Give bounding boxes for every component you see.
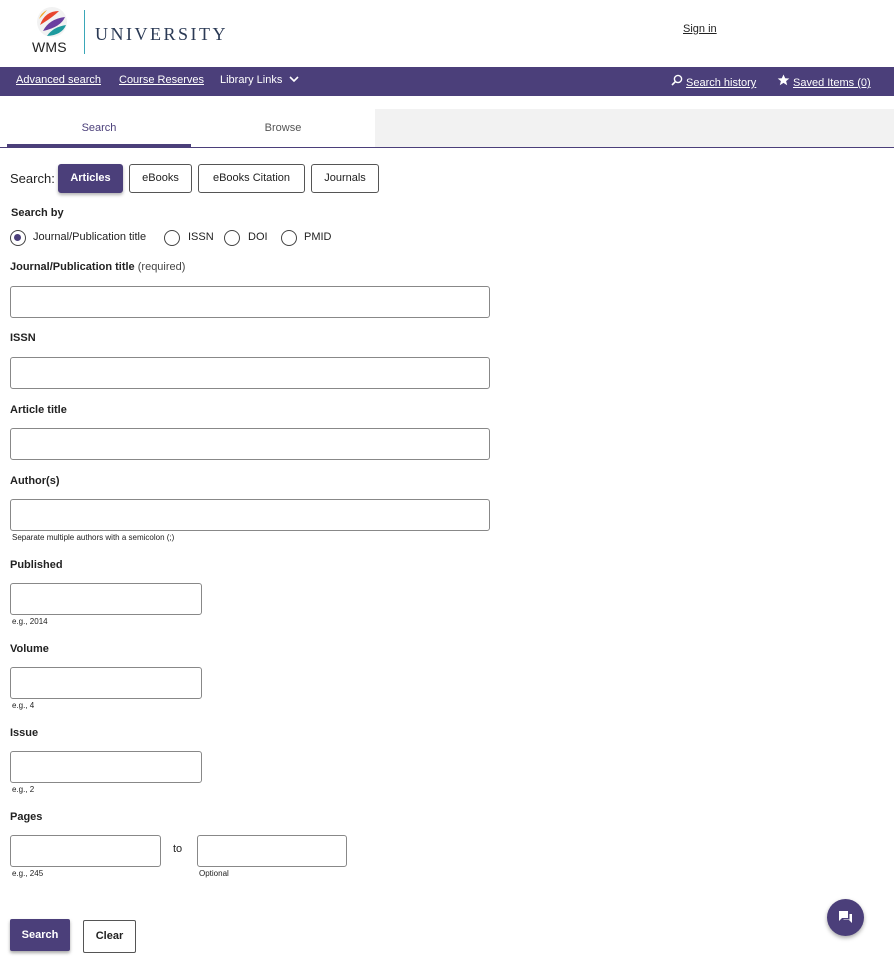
articles-button[interactable]: Articles: [58, 164, 123, 193]
published-hint: e.g., 2014: [12, 617, 48, 626]
search-history-label: Search history: [686, 77, 757, 89]
clear-button[interactable]: Clear: [83, 920, 136, 953]
radio-issn-label[interactable]: ISSN: [188, 231, 214, 243]
saved-items-link[interactable]: Saved Items (0): [777, 74, 871, 89]
issue-input[interactable]: [10, 751, 202, 783]
logo-text: WMS: [32, 39, 67, 55]
ebooks-button[interactable]: eBooks: [129, 164, 192, 193]
required-note: (required): [137, 261, 186, 273]
journal-title-label: Journal/Publication title (required): [10, 261, 185, 273]
volume-input[interactable]: [10, 667, 202, 699]
chat-icon: [839, 911, 852, 923]
radio-pmid[interactable]: [281, 230, 297, 246]
issue-hint: e.g., 2: [12, 785, 35, 794]
pages-end-input[interactable]: [197, 835, 347, 867]
course-reserves-link[interactable]: Course Reserves: [119, 74, 204, 86]
journal-title-label-text: Journal/Publication title: [10, 261, 135, 273]
radio-doi[interactable]: [224, 230, 240, 246]
pages-to-label: to: [173, 843, 183, 855]
authors-hint: Separate multiple authors with a semicol…: [12, 533, 175, 542]
article-title-label: Article title: [10, 404, 67, 416]
chat-button[interactable]: [827, 899, 864, 936]
search-history-link[interactable]: Search history: [671, 74, 756, 89]
university-name: UNIVERSITY: [95, 24, 228, 44]
library-links-label: Library Links: [220, 74, 283, 86]
chevron-down-icon: [289, 76, 299, 83]
university-logo[interactable]: WMS: [32, 5, 74, 55]
tab-search[interactable]: Search: [7, 109, 191, 147]
authors-label: Author(s): [10, 475, 60, 487]
radio-pmid-label[interactable]: PMID: [304, 231, 332, 243]
saved-items-label: Saved Items (0): [793, 77, 871, 89]
volume-hint: e.g., 4: [12, 701, 35, 710]
header: WMS UNIVERSITY Sign in: [0, 0, 894, 67]
pages-start-input[interactable]: [10, 835, 161, 867]
volume-label: Volume: [10, 643, 49, 655]
published-input[interactable]: [10, 583, 202, 615]
radio-journal-title[interactable]: [10, 230, 26, 246]
library-links-menu[interactable]: Library Links: [220, 74, 299, 86]
radio-journal-title-label[interactable]: Journal/Publication title: [33, 231, 146, 243]
search-button[interactable]: Search: [10, 919, 70, 951]
radio-doi-label[interactable]: DOI: [248, 231, 268, 243]
logo-divider: [84, 10, 85, 54]
tabs-divider: [0, 147, 894, 148]
issn-input[interactable]: [10, 357, 490, 389]
pages-hint: e.g., 245: [12, 869, 44, 878]
radio-issn[interactable]: [164, 230, 180, 246]
tab-browse[interactable]: Browse: [191, 109, 375, 147]
issn-label: ISSN: [10, 332, 36, 344]
nav-bar: Advanced search Course Reserves Library …: [0, 67, 894, 96]
search-by-label: Search by: [11, 207, 64, 219]
published-label: Published: [10, 559, 63, 571]
sign-in-link[interactable]: Sign in: [683, 23, 717, 35]
article-title-input[interactable]: [10, 428, 490, 460]
tab-bar-filler: [375, 109, 894, 147]
ebooks-citation-button[interactable]: eBooks Citation: [198, 164, 305, 193]
issue-label: Issue: [10, 727, 39, 739]
advanced-search-link[interactable]: Advanced search: [16, 74, 101, 86]
journals-button[interactable]: Journals: [311, 164, 379, 193]
star-icon: [777, 74, 790, 86]
logo-mark-icon: [37, 7, 67, 37]
authors-input[interactable]: [10, 499, 490, 531]
pages-label: Pages: [10, 811, 43, 823]
search-tabs: Search Browse: [7, 109, 375, 147]
journal-title-input[interactable]: [10, 286, 490, 318]
pages-end-hint: Optional: [199, 869, 229, 878]
search-type-label: Search:: [10, 171, 55, 186]
search-history-icon: [671, 74, 683, 86]
